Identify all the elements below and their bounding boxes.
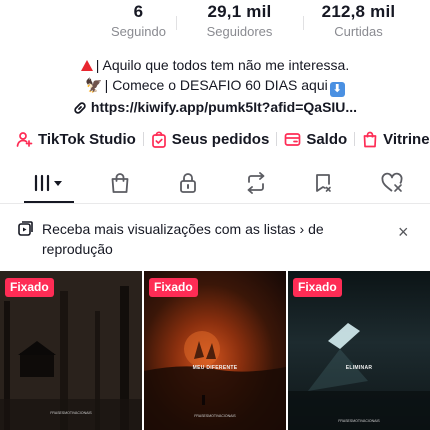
wallet-icon (284, 133, 301, 146)
bio-text-1: | Aquilo que todos tem não me interessa. (95, 57, 350, 73)
repost-icon (247, 172, 265, 194)
tabs-divider (0, 203, 430, 204)
likes-count: 212,8 mil (321, 2, 396, 21)
playlist-icon (18, 221, 33, 236)
stat-divider (302, 16, 304, 30)
video-caption: ELIMINAR (345, 365, 373, 371)
tiktok-studio-link[interactable]: TikTok Studio (16, 131, 136, 148)
profile-bio: | Aquilo que todos tem não me interessa.… (0, 55, 430, 97)
quick-links-row: TikTok Studio Seus pedidos Saldo Vitrine (0, 128, 430, 150)
grid-bars-icon (34, 174, 62, 192)
tab-private[interactable] (154, 163, 222, 203)
profile-tabs (0, 163, 430, 203)
quick-divider (354, 132, 356, 146)
followers-label: Seguidores (206, 24, 273, 39)
quick-divider (142, 132, 144, 146)
tiktok-studio-label: TikTok Studio (38, 130, 136, 148)
stat-divider (175, 16, 177, 30)
video-thumbnail[interactable]: Fixado FRASESMOTIVACIONAIS (0, 271, 142, 430)
tab-videos[interactable] (14, 163, 86, 203)
tab-favorites[interactable] (290, 163, 358, 203)
lock-icon (180, 173, 196, 193)
video-footer: FRASESMOTIVACIONAIS (50, 411, 92, 415)
pinned-badge: Fixado (293, 278, 342, 297)
stat-followers[interactable]: 29,1 mil Seguidores (199, 2, 281, 46)
close-icon[interactable]: × (398, 223, 409, 241)
showcase-label: Vitrine (383, 130, 430, 148)
shop-bag-icon (363, 131, 377, 147)
pinned-badge: Fixado (149, 278, 198, 297)
orders-link[interactable]: Seus pedidos (151, 130, 270, 148)
bookmark-icon (316, 174, 331, 192)
quick-divider (276, 132, 278, 146)
person-plus-icon (16, 131, 33, 147)
order-bag-icon (151, 130, 166, 148)
stat-likes[interactable]: 212,8 mil Curtidas (316, 2, 402, 46)
video-grid: Fixado FRASESMOTIVACIONAIS Fixado MEU DI… (0, 271, 430, 430)
video-caption: MEU DIFERENTE (192, 365, 238, 371)
link-icon (74, 102, 86, 114)
pinned-badge: Fixado (5, 278, 54, 297)
bio-text-2: | Comece o DESAFIO 60 DIAS aqui (104, 77, 328, 93)
shopping-bag-icon (111, 173, 129, 193)
playlist-banner[interactable]: Receba mais visualizações com as listas … (0, 218, 430, 260)
following-count: 6 (133, 2, 144, 21)
banner-text: Receba mais visualizações com as listas … (42, 221, 324, 257)
bio-link-text: https://kiwify.app/pumk5It?afid=QaSIU... (90, 99, 358, 115)
bio-line-1: | Aquilo que todos tem não me interessa. (0, 55, 430, 75)
bio-line-2: 🦅 | Comece o DESAFIO 60 DIAS aqui ⬇ (0, 75, 430, 97)
followers-count: 29,1 mil (207, 2, 272, 21)
tab-reposts[interactable] (222, 163, 290, 203)
bio-link[interactable]: https://kiwify.app/pumk5It?afid=QaSIU... (0, 97, 430, 117)
video-thumbnail[interactable]: Fixado ELIMINAR FRASESMOTIVACIONAIS (288, 271, 430, 430)
likes-label: Curtidas (334, 24, 383, 39)
balance-label: Saldo (306, 130, 348, 148)
following-label: Seguindo (111, 24, 166, 39)
profile-stats: 6 Seguindo 29,1 mil Seguidores 212,8 mil… (0, 2, 430, 46)
stat-following[interactable]: 6 Seguindo (102, 2, 176, 46)
video-thumbnail[interactable]: Fixado MEU DIFERENTE FRASESMOTIVACIONAIS (144, 271, 286, 430)
red-triangle-icon (80, 60, 93, 71)
tab-shop[interactable] (86, 163, 154, 203)
video-footer: FRASESMOTIVACIONAIS (338, 419, 380, 423)
video-footer: FRASESMOTIVACIONAIS (194, 414, 236, 418)
down-arrow-icon: ⬇ (329, 82, 345, 97)
heart-icon (381, 172, 403, 192)
tab-liked[interactable] (358, 163, 426, 203)
balance-link[interactable]: Saldo (284, 131, 347, 148)
eagle-icon: 🦅 (85, 77, 103, 93)
orders-label: Seus pedidos (171, 130, 270, 148)
showcase-link[interactable]: Vitrine (362, 130, 430, 148)
